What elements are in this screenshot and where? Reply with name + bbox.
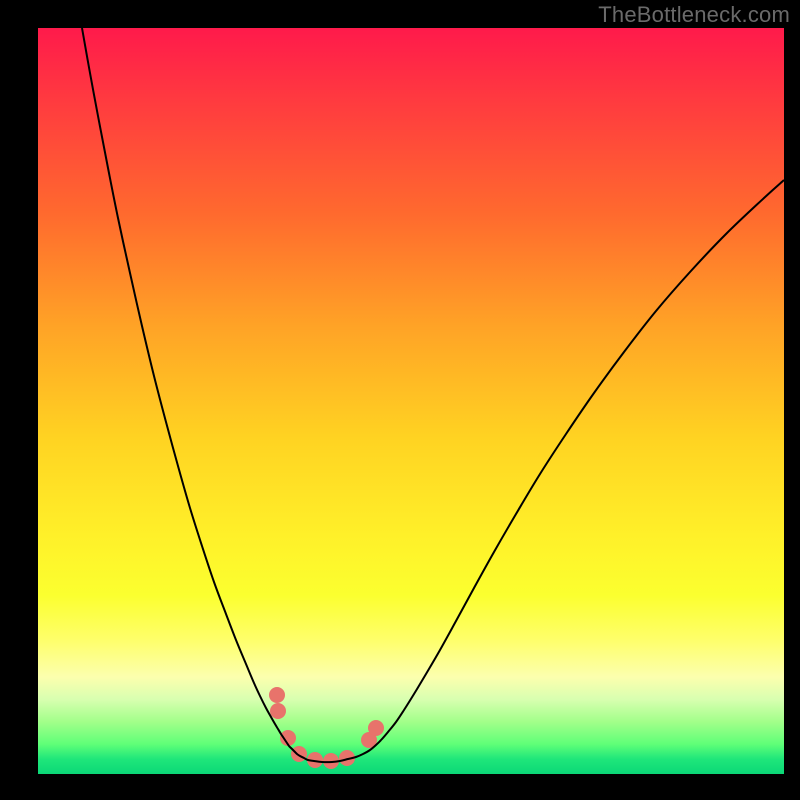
markers-group <box>269 687 384 769</box>
curve-path <box>82 28 784 762</box>
marker-i <box>368 720 384 736</box>
chart-frame: TheBottleneck.com <box>0 0 800 800</box>
watermark-text: TheBottleneck.com <box>598 2 790 28</box>
chart-plot-area <box>38 28 784 774</box>
marker-b <box>270 703 286 719</box>
marker-d <box>291 746 307 762</box>
marker-a <box>269 687 285 703</box>
chart-svg <box>38 28 784 774</box>
